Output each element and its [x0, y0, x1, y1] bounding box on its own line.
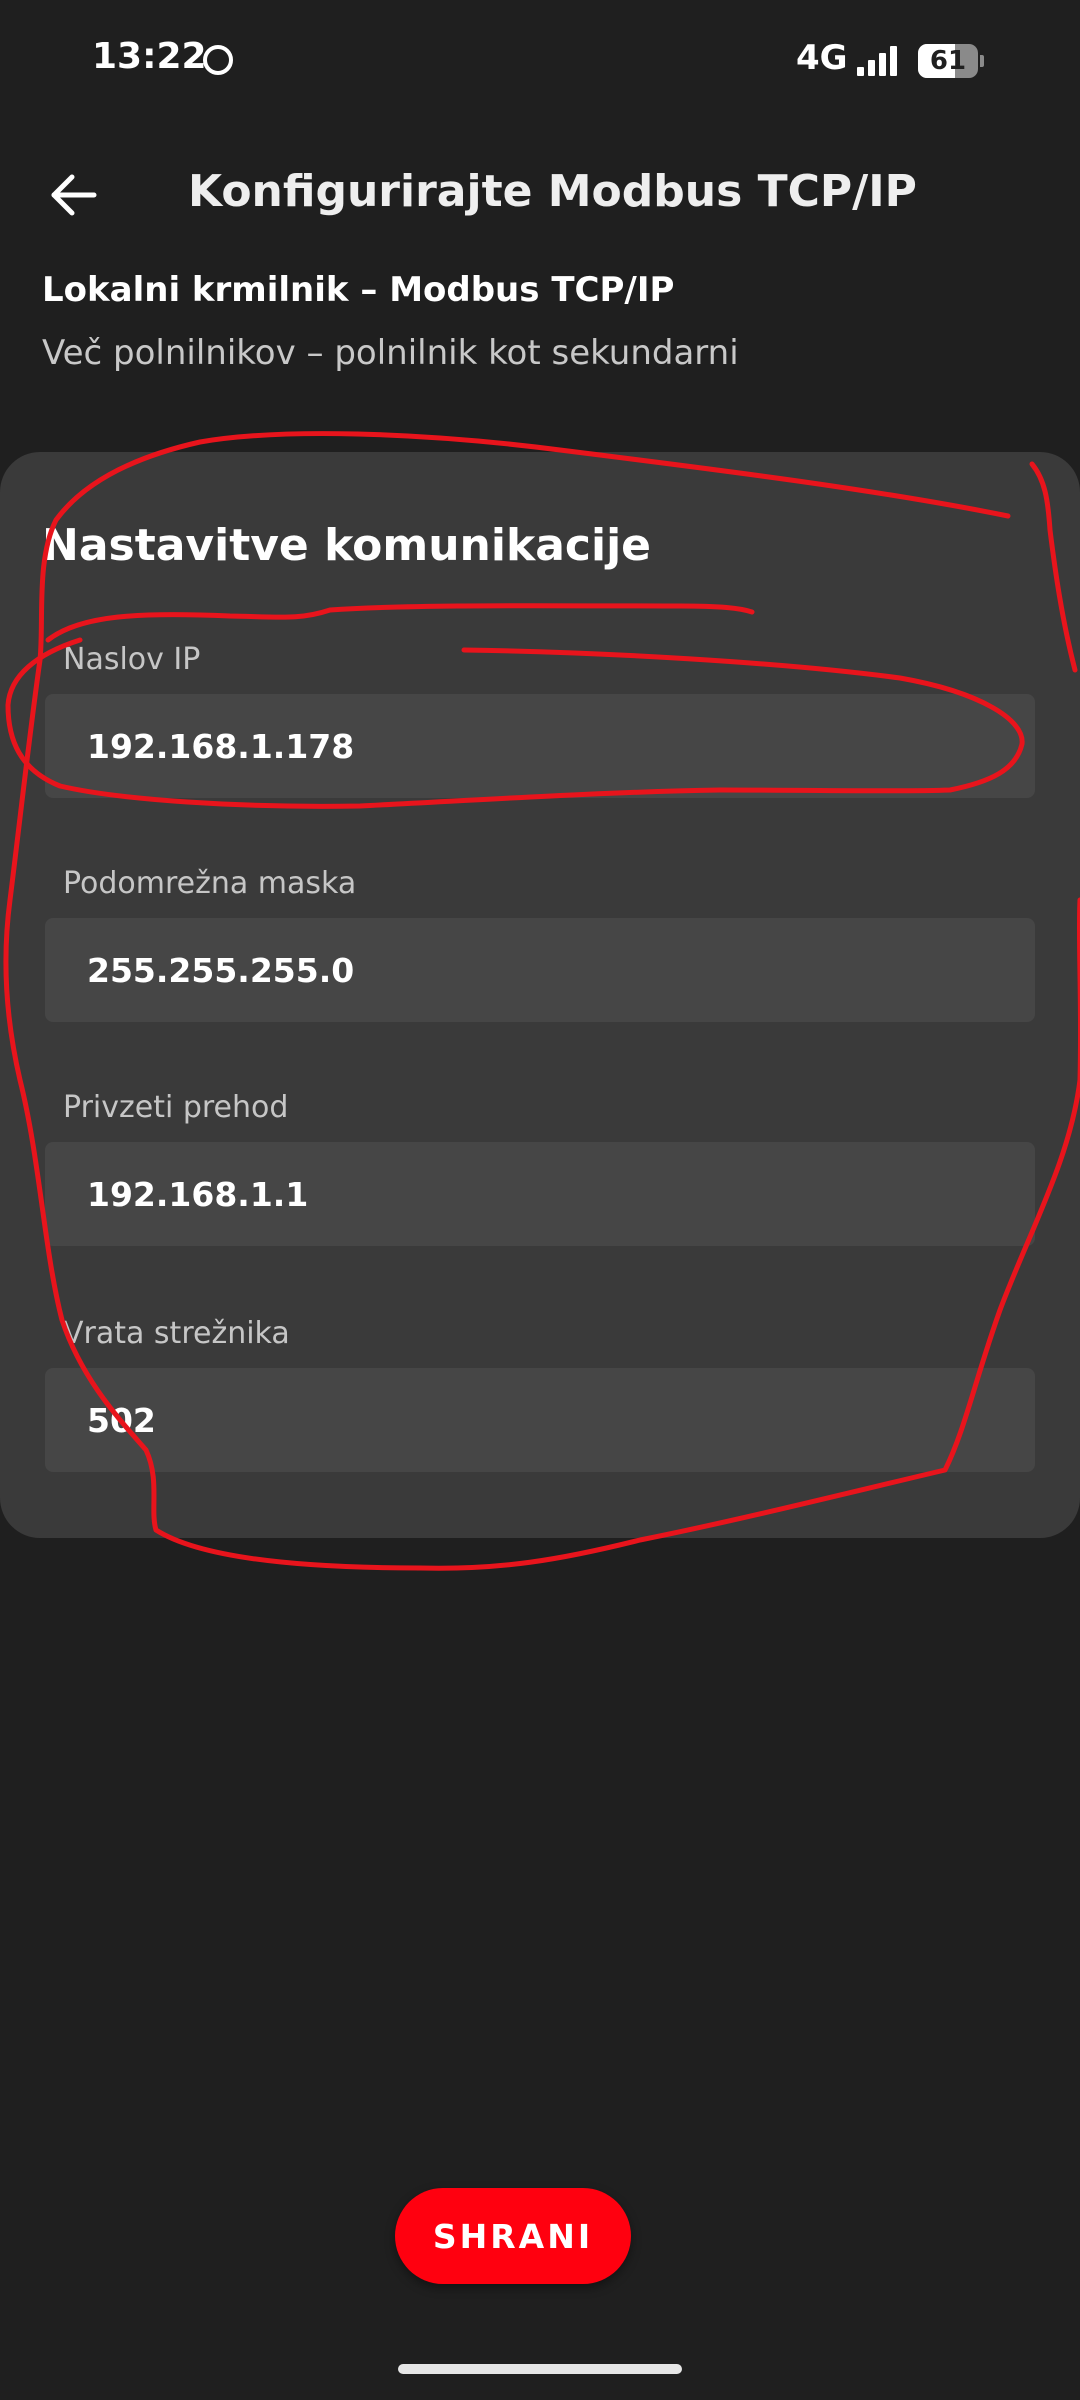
- server-port-label: Vrata strežnika: [63, 1316, 290, 1351]
- battery-level: 61: [929, 46, 967, 76]
- status-time: 13:22: [92, 36, 207, 77]
- circle-notification-icon: [203, 45, 233, 75]
- controller-type: Lokalni krmilnik – Modbus TCP/IP: [42, 270, 675, 310]
- subnet-mask-label: Podomrežna maska: [63, 866, 357, 901]
- default-gateway-input[interactable]: [45, 1142, 1035, 1246]
- home-indicator[interactable]: [398, 2364, 682, 2374]
- back-button[interactable]: [40, 162, 106, 228]
- signal-icon: [857, 44, 901, 76]
- server-port-input[interactable]: [45, 1368, 1035, 1472]
- arrow-left-icon: [51, 174, 97, 216]
- network-type: 4G: [796, 38, 848, 78]
- subnet-mask-input[interactable]: [45, 918, 1035, 1022]
- default-gateway-label: Privzeti prehod: [63, 1090, 289, 1125]
- card-title: Nastavitve komunikacije: [42, 520, 651, 571]
- ip-address-input[interactable]: [45, 694, 1035, 798]
- page-title: Konfigurirajte Modbus TCP/IP: [188, 166, 917, 217]
- communication-settings-card: Nastavitve komunikacije Naslov IP Podomr…: [0, 452, 1080, 1538]
- status-bar: 13:22 4G 61: [0, 0, 1080, 124]
- battery-icon: 61: [918, 44, 984, 78]
- app-bar: Konfigurirajte Modbus TCP/IP: [0, 140, 1080, 250]
- ip-address-label: Naslov IP: [63, 642, 201, 677]
- save-button[interactable]: SHRANI: [395, 2188, 631, 2284]
- charger-role: Več polnilnikov – polnilnik kot sekundar…: [42, 333, 739, 373]
